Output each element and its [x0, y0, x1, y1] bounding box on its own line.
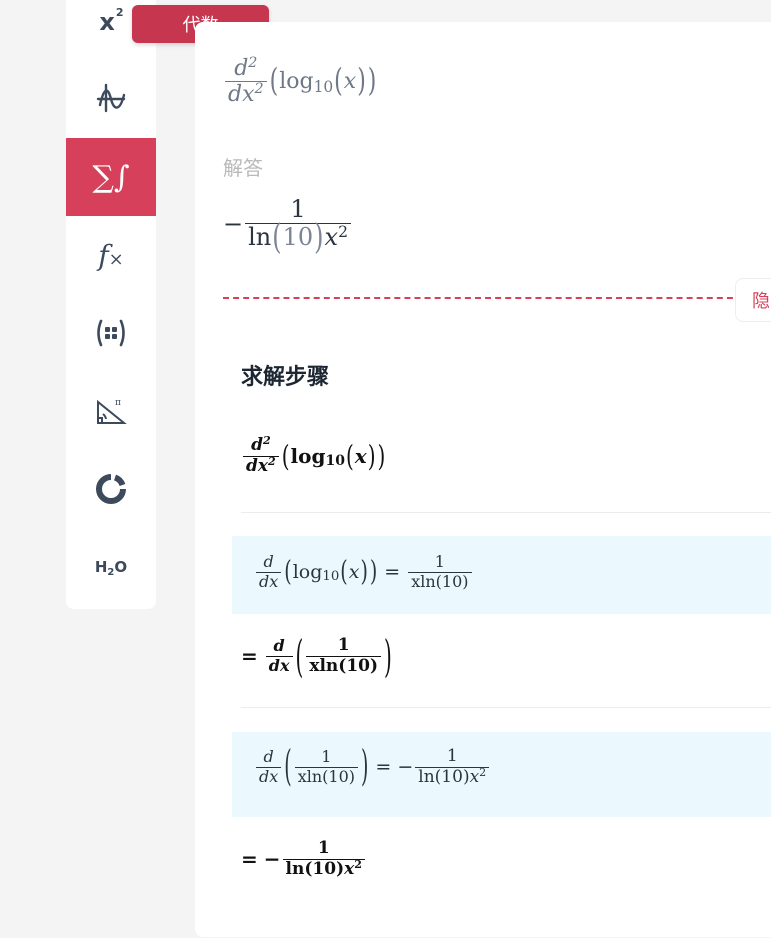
solution-card: d2 dx2 (log 10(x)) 解答 − 1 ln(10)x2 求解步骤 d2 d…	[195, 22, 771, 937]
sidebar-item-calculus[interactable]: ∑∫	[66, 138, 156, 216]
step-divider	[241, 707, 771, 708]
step-rule-expression: d dx ( 1 xln(10) ) = − 1 ln(10)x2	[254, 743, 491, 792]
sigma-integral-icon: ∑∫	[92, 159, 130, 195]
sidebar-item-statistics[interactable]	[66, 450, 156, 528]
step-expression: = − 1 ln(10)x2	[241, 839, 367, 879]
steps-title: 求解步骤	[241, 365, 330, 390]
hide-steps-button[interactable]: 隐	[735, 278, 771, 322]
step-rule-box: d dx ( 1 xln(10) ) = − 1 ln(10)x2	[232, 732, 771, 817]
step-expression: d2 dx2 (log 10(x))	[241, 435, 386, 476]
step-divider	[241, 512, 771, 513]
svg-text:π: π	[115, 398, 121, 408]
fx-icon: f×	[98, 238, 124, 272]
algebra-icon: x2	[99, 6, 124, 36]
answer-divider	[223, 297, 743, 299]
answer-label: 解答	[223, 156, 263, 180]
sidebar-item-trigonometry[interactable]: π	[66, 372, 156, 450]
problem-expression: d2 dx2 (log 10(x))	[223, 56, 377, 106]
category-sidebar: x2 ∑∫ f× π H2O	[66, 0, 156, 609]
sidebar-item-functions[interactable]: f×	[66, 216, 156, 294]
h2o-icon: H2O	[94, 558, 128, 578]
step-rule-expression: d dx (log 10(x)) = 1 xln(10)	[254, 553, 474, 591]
sidebar-item-chemistry[interactable]: H2O	[66, 528, 156, 606]
answer-expression: − 1 ln(10)x2	[223, 196, 353, 255]
step-expression: = d dx ( 1 xln(10) )	[241, 629, 392, 683]
trigonometry-icon: π	[97, 398, 127, 424]
pie-chart-icon	[96, 474, 126, 504]
function-graph-icon	[96, 83, 126, 113]
step-rule-box: d dx (log 10(x)) = 1 xln(10)	[232, 536, 771, 614]
sidebar-item-functions-graph[interactable]	[66, 59, 156, 137]
sidebar-item-matrix[interactable]	[66, 294, 156, 372]
matrix-icon	[97, 319, 125, 347]
